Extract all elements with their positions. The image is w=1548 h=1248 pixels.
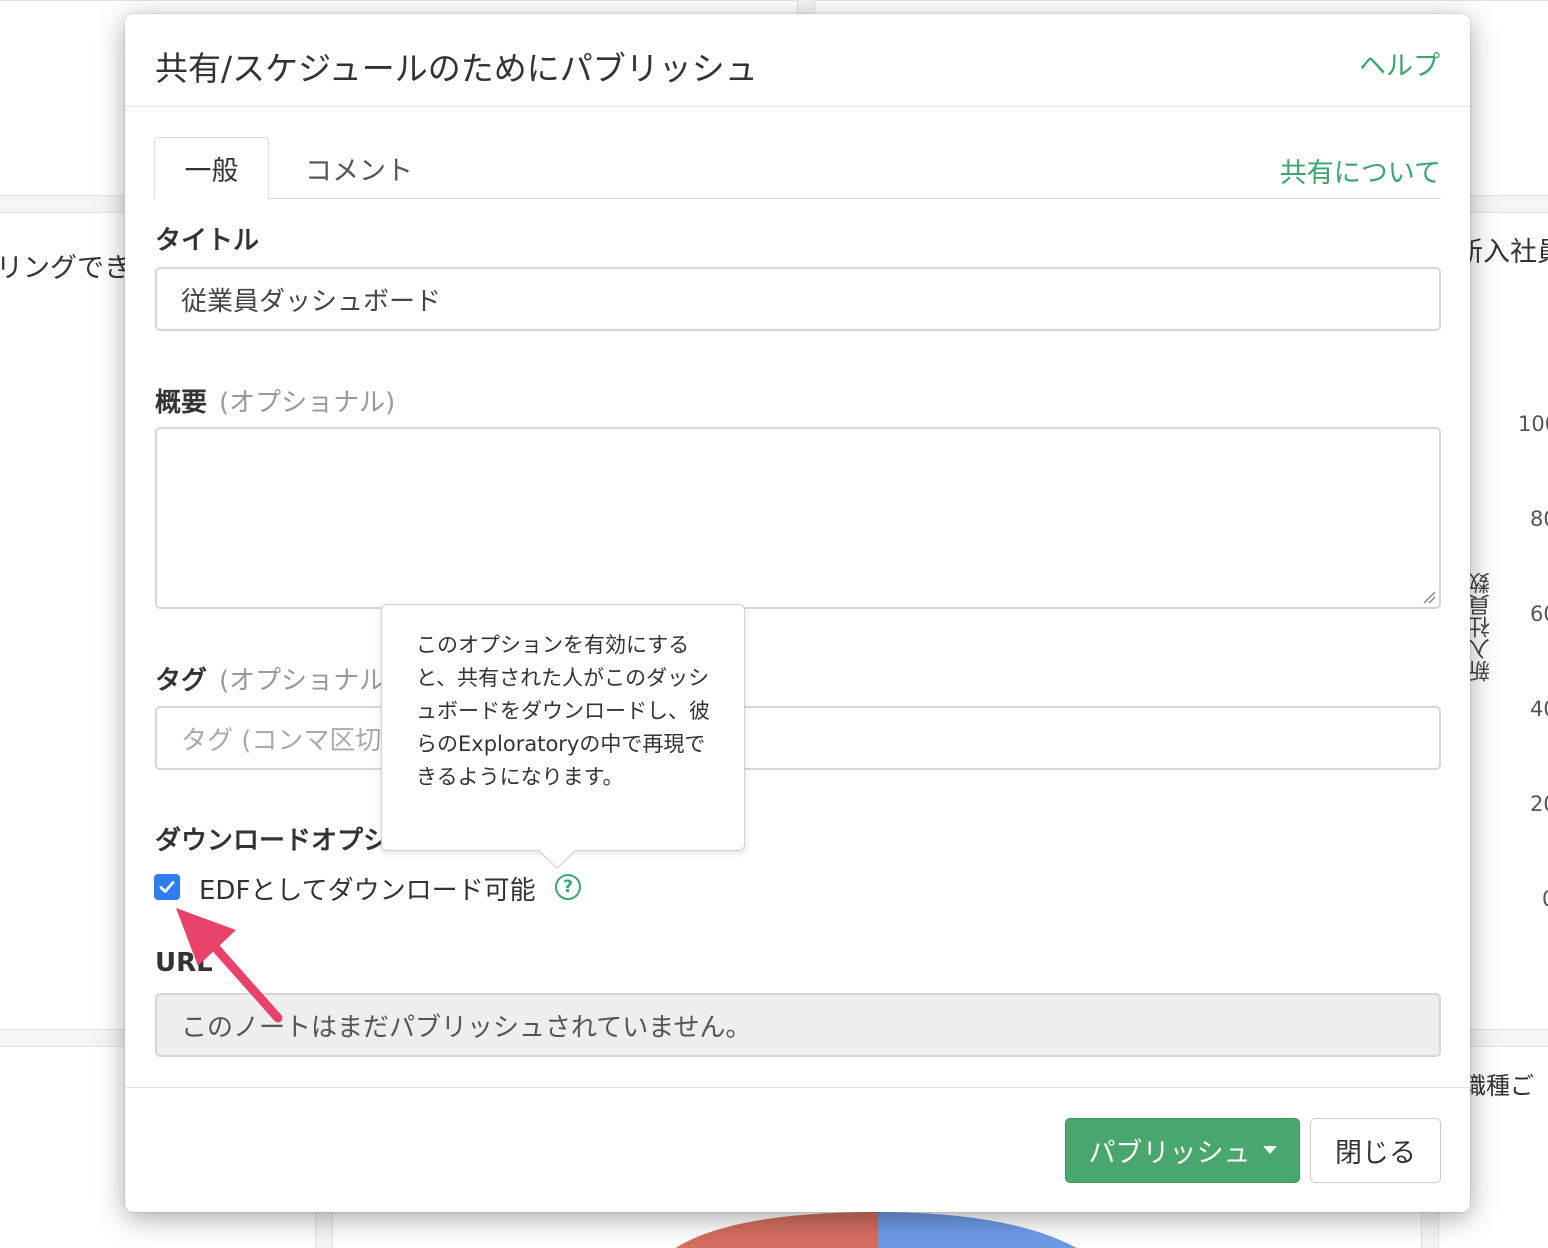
bg-pie-slice-blue: [878, 1212, 1077, 1248]
publish-modal: 共有/スケジュールのためにパブリッシュ ヘルプ 一般 コメント 共有について タ…: [125, 14, 1470, 1212]
resize-grip-icon[interactable]: [1422, 590, 1436, 604]
url-label: URL: [155, 948, 213, 978]
tab-bar: 一般 コメント 共有について: [154, 137, 1441, 200]
bg-pie-slice-red: [675, 1212, 878, 1248]
tags-label: タグ (オプショナル): [155, 660, 395, 697]
check-icon: [159, 881, 175, 893]
close-button[interactable]: 閉じる: [1310, 1118, 1441, 1183]
download-option-tooltip: このオプションを有効にすると、共有された人がこのダッシュボードをダウンロードし、…: [381, 604, 745, 851]
bg-card-title-bottom-right: 職種ご: [1462, 1072, 1534, 1100]
bg-y-tick: 0: [1542, 887, 1548, 911]
tooltip-arrow: [539, 850, 575, 869]
caret-down-icon: [1262, 1146, 1277, 1154]
edf-download-label[interactable]: EDFとしてダウンロード可能: [199, 870, 536, 907]
bg-y-tick: 40: [1530, 697, 1548, 721]
bg-card-title-left: リングでき: [0, 253, 131, 284]
title-input[interactable]: 従業員ダッシュボード: [155, 267, 1441, 331]
publish-button[interactable]: パブリッシュ: [1065, 1118, 1300, 1183]
url-field: このノートはまだパブリッシュされていません。: [155, 993, 1441, 1057]
question-circle-icon[interactable]: ?: [555, 874, 581, 900]
modal-title: 共有/スケジュールのためにパブリッシュ: [155, 49, 758, 88]
tags-label-text: タグ: [155, 666, 208, 696]
publish-button-label: パブリッシュ: [1088, 1138, 1251, 1169]
bg-y-tick: 80: [1530, 507, 1548, 531]
modal-footer-divider: [125, 1087, 1470, 1088]
bg-y-tick: 100: [1518, 412, 1548, 436]
modal-header: 共有/スケジュールのためにパブリッシュ ヘルプ: [125, 14, 1470, 107]
download-options-label: ダウンロードオプショ: [155, 826, 416, 856]
help-link[interactable]: ヘルプ: [1359, 44, 1440, 83]
tooltip-text: このオプションを有効にすると、共有された人がこのダッシュボードをダウンロードし、…: [416, 633, 710, 789]
edf-download-checkbox[interactable]: [154, 874, 180, 900]
about-sharing-link[interactable]: 共有について: [1280, 151, 1441, 190]
bg-y-tick: 20: [1530, 792, 1548, 816]
summary-label-text: 概要: [155, 388, 208, 418]
summary-textarea[interactable]: [155, 427, 1441, 609]
tags-optional-text: (オプショナル): [219, 666, 396, 696]
summary-optional-text: (オプショナル): [219, 388, 396, 418]
tags-input[interactable]: タグ (コンマ区切: [155, 706, 1441, 770]
title-label-text: タイトル: [155, 226, 260, 256]
bg-y-axis-label: 新入社員数: [1469, 572, 1494, 682]
tab-general[interactable]: 一般: [154, 137, 269, 200]
tab-comment[interactable]: コメント: [294, 137, 424, 199]
title-label: タイトル: [155, 220, 259, 257]
summary-label: 概要 (オプショナル): [155, 382, 395, 419]
bg-y-tick: 60: [1530, 602, 1548, 626]
